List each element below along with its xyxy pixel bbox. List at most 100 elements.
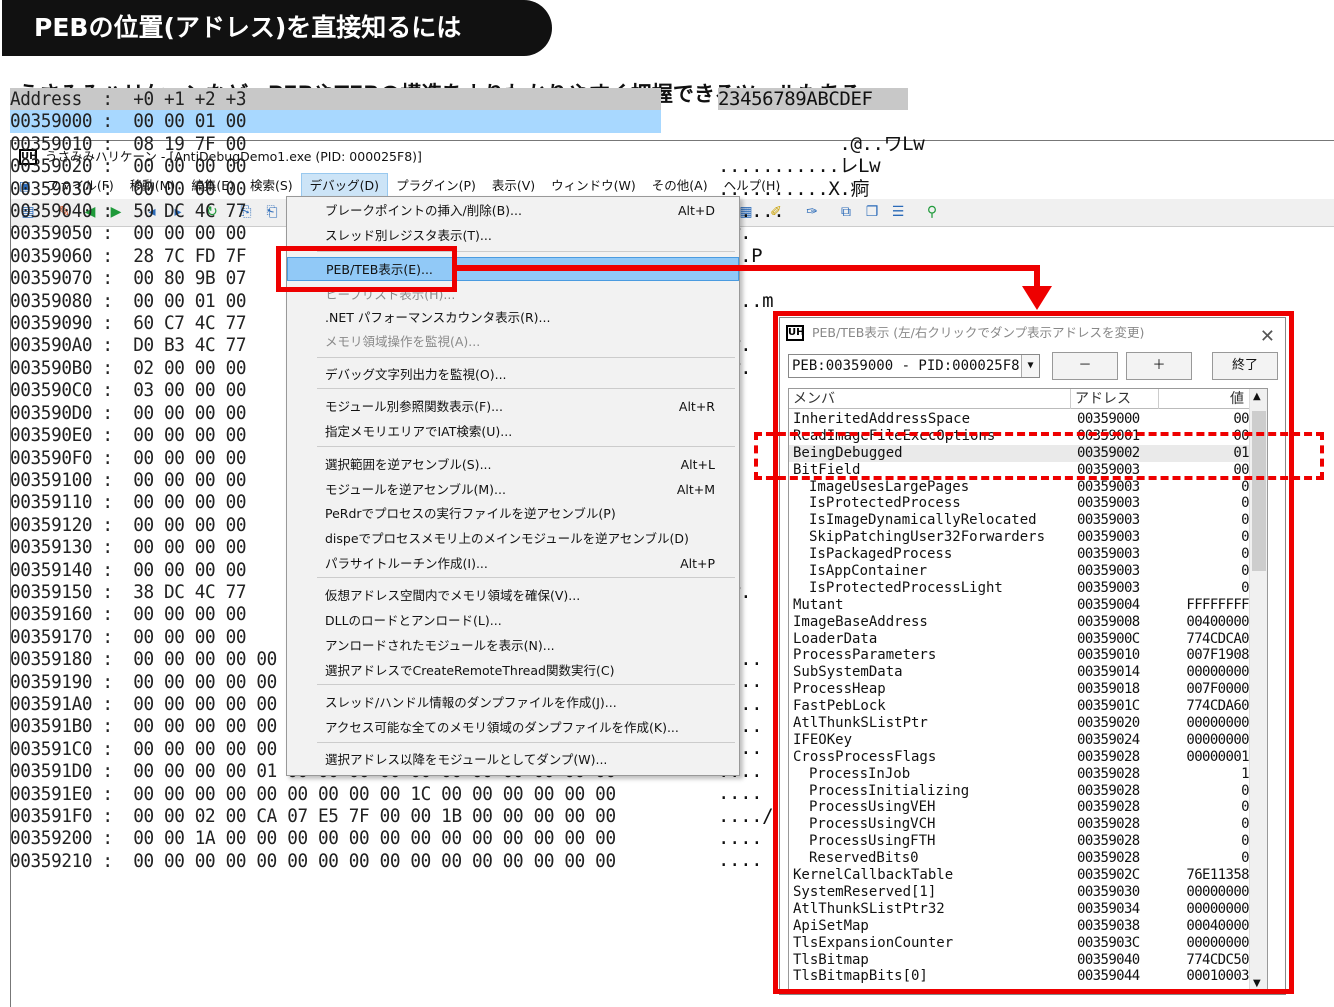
column-address[interactable]: アドレス [1071, 389, 1159, 409]
member-name: ImageBaseAddress [793, 613, 928, 630]
debug-menu-item[interactable]: 選択範囲を逆アセンブル(S)... Alt+L [287, 453, 739, 477]
debug-menu-item[interactable]: アクセス可能な全てのメモリ領域のダンプファイルを作成(K)... [287, 716, 739, 740]
ascii-line[interactable]: ...... [718, 200, 908, 222]
chevron-down-icon[interactable]: ▼ [1021, 355, 1039, 377]
debug-menu-item[interactable]: PeRdrでプロセスの実行ファイルを逆アセンブル(P) [287, 502, 739, 526]
debug-menu-item[interactable]: 仮想アドレス空間内でメモリ領域を確保(V)... [287, 584, 739, 608]
debug-menu-item[interactable]: モジュールを逆アセンブル(M)... Alt+M [287, 478, 739, 502]
member-value: FFFFFFFF [1186, 596, 1249, 613]
menu-separator [317, 742, 735, 743]
member-value: 00000000 [1186, 883, 1249, 900]
plus-button[interactable]: ＋ [1126, 352, 1192, 380]
hex-line[interactable]: 00359020 : 00 00 00 00 [10, 155, 661, 177]
table-row[interactable]: ProcessInJob 00359028 1 [789, 766, 1259, 783]
ascii-line[interactable]: ....m [718, 290, 908, 312]
hex-line[interactable]: 003591E0 : 00 00 00 00 00 00 00 00 00 1C… [10, 783, 661, 805]
debug-menu-item[interactable]: ブレークポイントの挿入/削除(B)... Alt+D [287, 199, 739, 223]
ascii-line[interactable]: ...........レLw [718, 155, 908, 177]
scroll-up-icon[interactable]: ▲ [1253, 391, 1261, 402]
menu-separator [317, 251, 735, 252]
column-member[interactable]: メンバ [789, 389, 1071, 409]
table-row[interactable]: ReservedBits0 00359028 0 [789, 850, 1259, 867]
debug-menu-item[interactable]: dispeでプロセスメモリ上のメインモジュールを逆アセンブル(D) [287, 527, 739, 551]
peb-select[interactable]: PEB:00359000 - PID:000025F8 ▼ [788, 354, 1040, 378]
ascii-line[interactable]: .@..ワLw [718, 133, 924, 155]
member-name: TlsBitmap [793, 951, 869, 968]
table-row[interactable]: TlsBitmap 00359040 774CDC50 [789, 952, 1259, 969]
hex-line[interactable]: 00359200 : 00 00 1A 00 00 00 00 00 00 00… [10, 827, 661, 849]
debug-menu-item[interactable]: モジュール別参照関数表示(F)... Alt+R [287, 395, 739, 419]
table-row[interactable]: ImageBaseAddress 00359008 00400000 [789, 614, 1259, 631]
minus-button[interactable]: － [1052, 352, 1118, 380]
debug-menu-item[interactable]: ヒープリスト表示(H)... [287, 283, 739, 307]
table-row[interactable]: IsProtectedProcess 00359003 0 [789, 495, 1259, 512]
scroll-thumb[interactable] [1252, 411, 1266, 571]
table-row[interactable]: ImageUsesLargePages 00359003 0 [789, 479, 1259, 496]
peb-member-list[interactable]: メンバ アドレス 値 InheritedAddressSpace 00359000… [788, 388, 1268, 990]
table-row[interactable]: CrossProcessFlags 00359028 00000001 [789, 749, 1259, 766]
table-row[interactable]: SkipPatchingUser32Forwarders 00359003 0 [789, 529, 1259, 546]
debug-menu-item[interactable]: スレッド/ハンドル情報のダンプファイルを作成(J)... [287, 691, 739, 715]
network-icon[interactable]: ⚲ [923, 203, 941, 221]
table-row[interactable]: FastPebLock 0035901C 774CDA60 [789, 698, 1259, 715]
table-row[interactable]: ProcessUsingVEH 00359028 0 [789, 799, 1259, 816]
debug-menu-item[interactable]: デバッグ文字列出力を監視(O)... [287, 363, 739, 387]
table-row[interactable]: TlsExpansionCounter 0035903C 00000000 [789, 935, 1259, 952]
table-row[interactable]: ProcessHeap 00359018 007F0000 [789, 681, 1259, 698]
debug-menu-item[interactable]: .NET パフォーマンスカウンタ表示(R)... [287, 306, 739, 330]
table-row[interactable]: ProcessParameters 00359010 007F1908 [789, 647, 1259, 664]
table-row[interactable]: AtlThunkSListPtr32 00359034 00000000 [789, 901, 1259, 918]
member-name: IsProtectedProcessLight [809, 579, 1003, 596]
debug-menu-item[interactable]: 選択アドレスでCreateRemoteThread関数実行(C) [287, 659, 739, 683]
table-row[interactable]: IsAppContainer 00359003 0 [789, 563, 1259, 580]
table-row[interactable]: TlsBitmapBits[0] 00359044 00010003 [789, 968, 1259, 985]
table-row[interactable]: BeingDebugged 00359002 01 [789, 444, 1259, 462]
page-banner: PEBの位置(アドレス)を直接知るには [2, 0, 552, 56]
scroll-down-icon[interactable]: ▼ [1253, 978, 1261, 989]
ascii-line[interactable]: Lw. [718, 222, 908, 244]
debug-menu-item[interactable]: アンロードされたモジュールを表示(N)... [287, 634, 739, 658]
debug-menu-item[interactable]: スレッド別レジスタ表示(T)... [287, 224, 739, 248]
dialog-app-icon: UH [786, 325, 805, 341]
close-icon[interactable]: ✕ [1260, 322, 1275, 352]
debug-menu-item[interactable]: パラサイトルーチン作成(I)... Alt+P [287, 552, 739, 576]
table-row[interactable]: IsPackagedProcess 00359003 0 [789, 546, 1259, 563]
hex-line[interactable]: 00359010 : 08 19 7F 00 [10, 133, 661, 155]
table-row[interactable]: ProcessUsingVCH 00359028 0 [789, 816, 1259, 833]
member-value: 0 [1241, 816, 1249, 833]
hex-line[interactable]: 003591F0 : 00 00 02 00 CA 07 E5 7F 00 00… [10, 805, 661, 827]
member-name: IsPackagedProcess [809, 546, 953, 563]
ascii-line[interactable] [718, 110, 908, 132]
table-row[interactable]: ProcessInitializing 00359028 0 [789, 783, 1259, 800]
exit-button[interactable]: 終了 [1212, 352, 1278, 380]
menu-item-shortcut: Alt+D [677, 203, 715, 218]
table-row[interactable]: Mutant 00359004 FFFFFFFF [789, 597, 1259, 614]
column-value[interactable]: 値 [1159, 389, 1251, 409]
table-row[interactable]: SystemReserved[1] 00359030 00000000 [789, 884, 1259, 901]
member-name: ProcessUsingFTH [809, 833, 936, 850]
table-row[interactable]: IFEOKey 00359024 00000000 [789, 732, 1259, 749]
member-value: 0 [1241, 563, 1249, 580]
table-row[interactable]: AtlThunkSListPtr 00359020 00000000 [789, 715, 1259, 732]
scrollbar[interactable]: ▲ ▼ [1249, 389, 1267, 989]
table-row[interactable]: InheritedAddressSpace 00359000 00 [789, 411, 1259, 428]
hex-line[interactable]: 00359210 : 00 00 00 00 00 00 00 00 00 00… [10, 850, 661, 872]
debug-menu-item[interactable]: DLLのロードとアンロード(L)... [287, 609, 739, 633]
hex-line[interactable]: 00359000 : 00 00 01 00 [10, 110, 661, 133]
ascii-line[interactable]: ..........X.痾 [718, 178, 908, 200]
member-name: ReadImageFileExecOptions [793, 427, 996, 444]
table-row[interactable]: LoaderData 0035900C 774CDCA0 [789, 631, 1259, 648]
debug-menu-item[interactable]: メモリ領域操作を監視(A)... [287, 330, 739, 354]
table-row[interactable]: KernelCallbackTable 0035902C 76E11358 [789, 867, 1259, 884]
table-row[interactable]: IsProtectedProcessLight 00359003 0 [789, 580, 1259, 597]
table-row[interactable]: ApiSetMap 00359038 00040000 [789, 918, 1259, 935]
table-row[interactable]: ProcessUsingFTH 00359028 0 [789, 833, 1259, 850]
dialog-title: PEB/TEB表示 (左/右クリックでダンプ表示アドレスを変更) [812, 325, 1145, 340]
table-row[interactable]: BitField 00359003 00 [789, 462, 1259, 479]
debug-menu-item[interactable]: 選択アドレス以降をモジュールとしてダンプ(W)... [287, 748, 739, 772]
ascii-line[interactable]: ...P [718, 245, 908, 267]
table-row[interactable]: SubSystemData 00359014 00000000 [789, 664, 1259, 681]
table-row[interactable]: IsImageDynamicallyRelocated 00359003 0 [789, 512, 1259, 529]
debug-menu-item[interactable]: 指定メモリエリアでIAT検索(U)... [287, 420, 739, 444]
table-row[interactable]: ReadImageFileExecOptions 00359001 00 [789, 428, 1259, 445]
